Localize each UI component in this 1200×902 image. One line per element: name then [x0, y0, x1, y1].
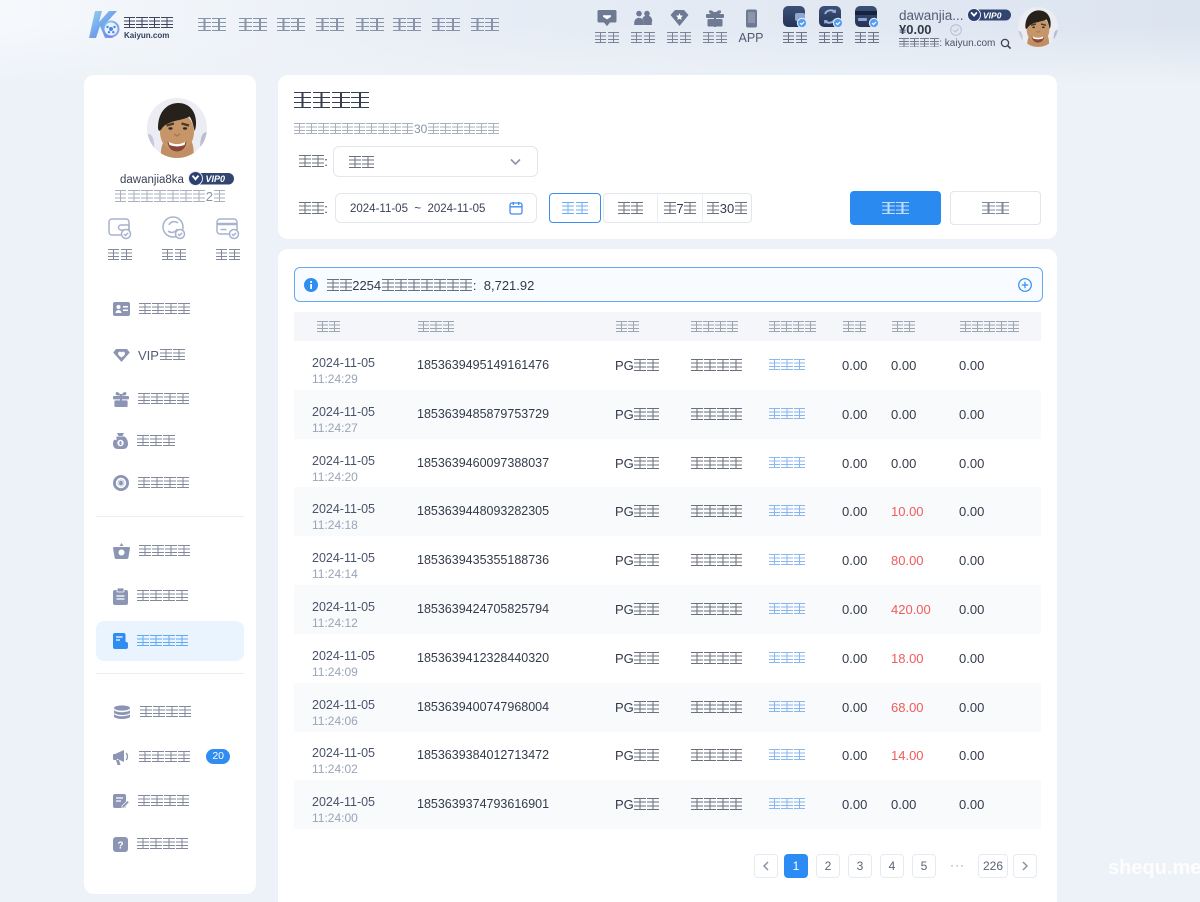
svg-text:VIP0: VIP0: [983, 10, 1002, 20]
svg-text:O: O: [118, 479, 124, 488]
svg-text:?: ?: [117, 840, 123, 851]
svg-text:VIP0: VIP0: [206, 174, 226, 184]
